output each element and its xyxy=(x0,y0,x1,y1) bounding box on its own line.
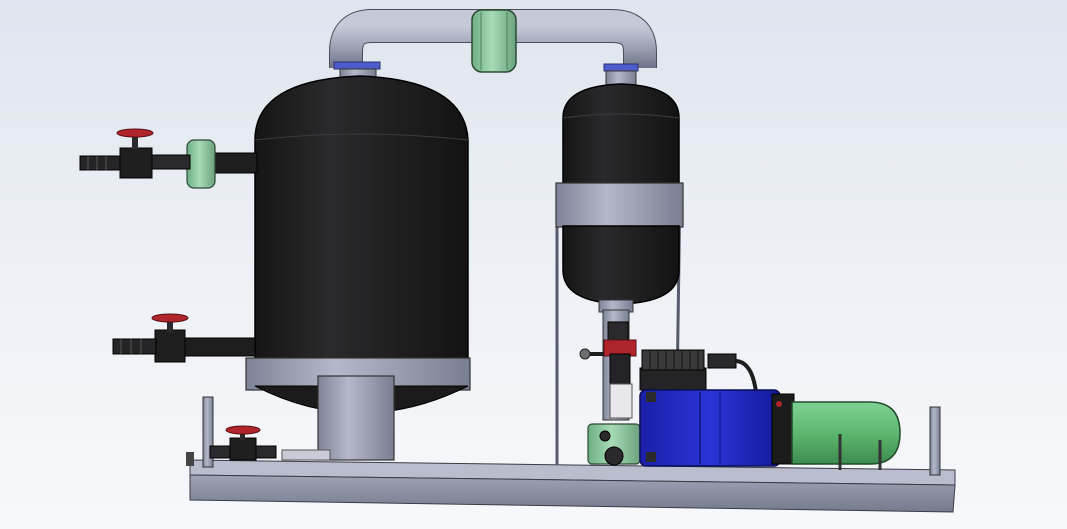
valve-body-lower xyxy=(154,329,186,363)
vessel-stand xyxy=(317,375,395,461)
pipe-coupling-top xyxy=(471,9,517,73)
pipe-band-right xyxy=(603,63,639,72)
cooling-fins xyxy=(641,349,705,371)
large-vessel xyxy=(245,75,471,461)
pipe-band-left xyxy=(333,61,381,70)
inline-filter xyxy=(609,383,633,419)
small-vessel-band xyxy=(555,182,684,228)
motor-end-cap xyxy=(771,393,795,465)
green-tank xyxy=(791,401,901,470)
frame-post-right xyxy=(929,406,941,476)
hose-barb-upper xyxy=(79,155,121,171)
lower-outlet-assembly xyxy=(112,313,256,363)
motor xyxy=(639,389,795,467)
frame-bolt xyxy=(186,452,194,466)
pipe-coupling-base xyxy=(587,423,641,466)
drain-valve-handle xyxy=(225,425,261,435)
cad-scene xyxy=(79,9,956,513)
cad-viewport[interactable] xyxy=(0,0,1067,529)
hose-barb-lower xyxy=(112,338,157,355)
valve-handle-upper xyxy=(116,128,154,138)
air-compressor xyxy=(639,349,758,393)
drain-valve xyxy=(209,425,331,461)
valve-handle-lower xyxy=(151,313,189,323)
pipe-coupling-side xyxy=(186,139,216,189)
upper-outlet-assembly xyxy=(79,128,258,189)
valve-body-upper xyxy=(119,147,153,179)
